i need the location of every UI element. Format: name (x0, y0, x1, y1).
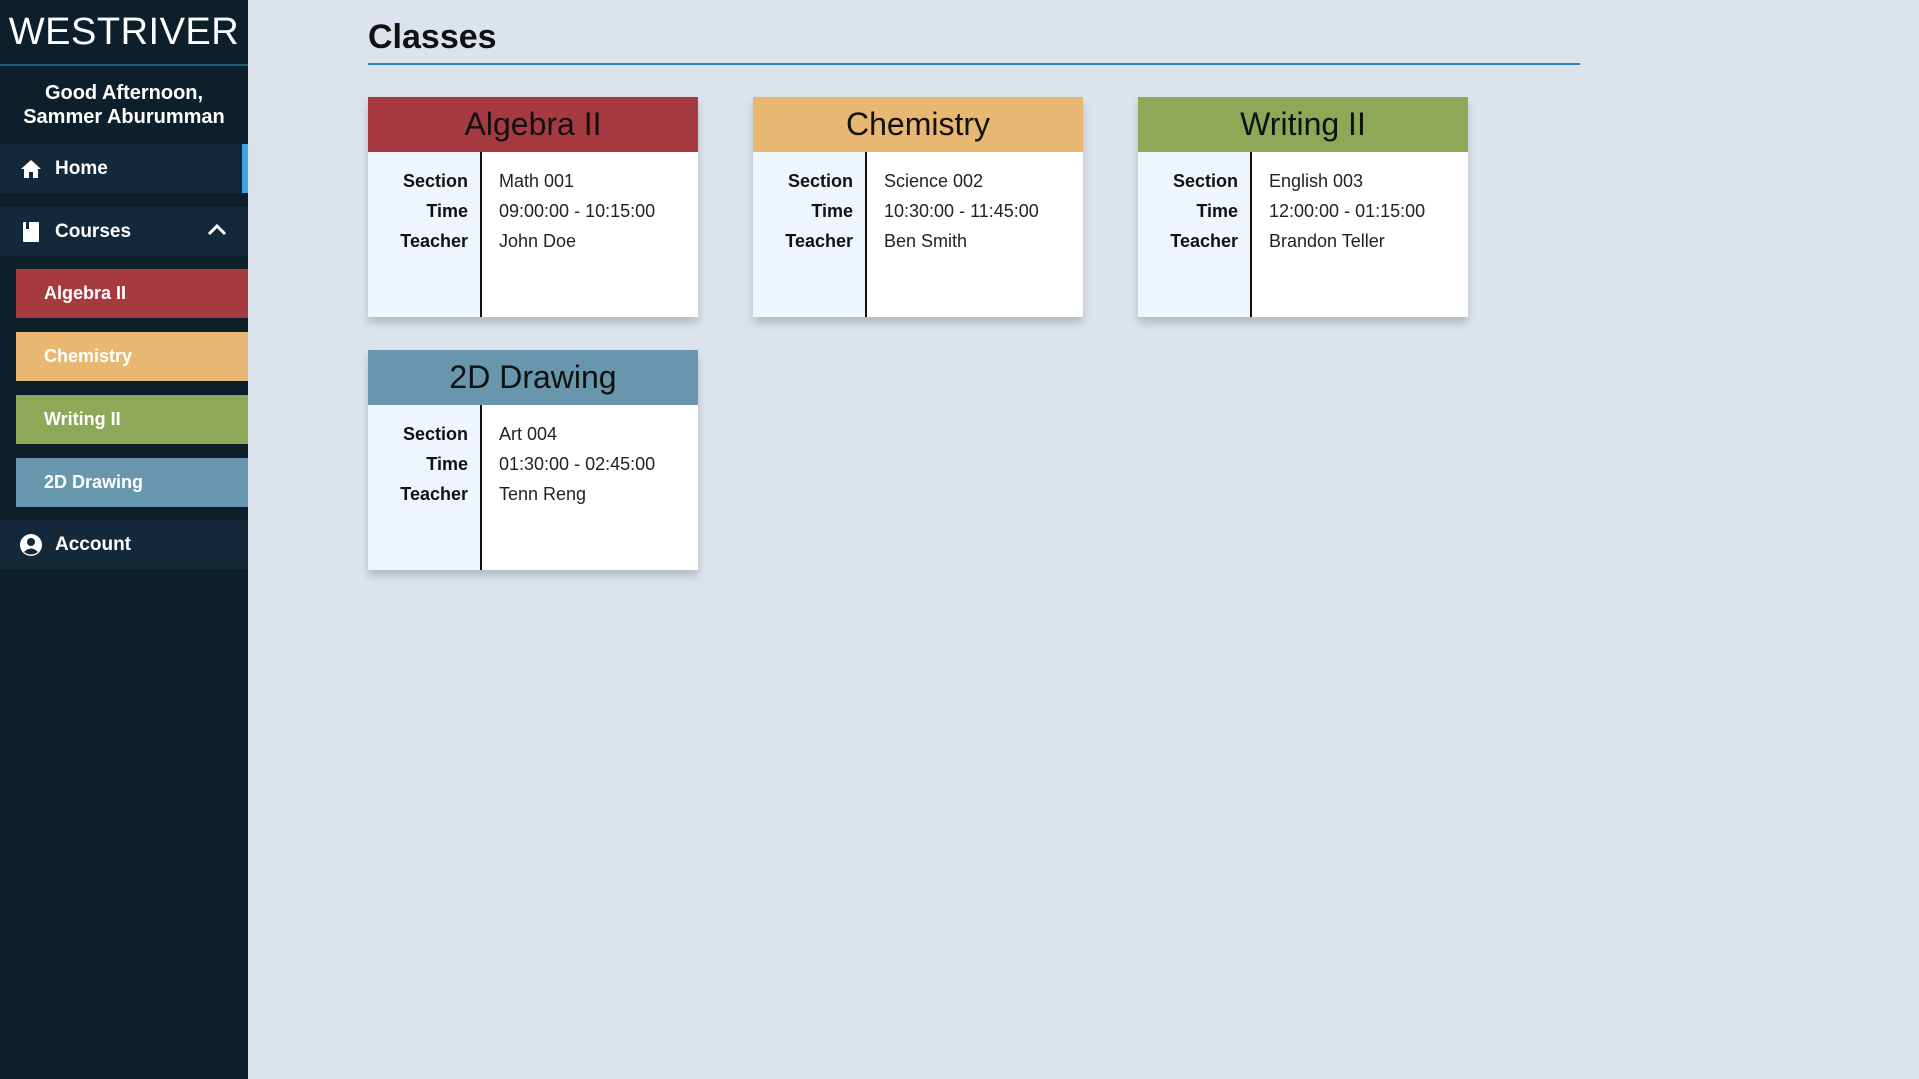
class-card-values: Art 004 01:30:00 - 02:45:00 Tenn Reng (482, 405, 698, 570)
class-card-labels: Section Time Teacher (1138, 152, 1252, 317)
nav-courses[interactable]: Courses (0, 207, 248, 256)
section-label: Section (402, 424, 468, 444)
course-menu-item[interactable]: Chemistry (16, 332, 248, 381)
time-label: Time (1196, 201, 1238, 221)
section-label: Section (1172, 171, 1238, 191)
time-value: 10:30:00 - 11:45:00 (884, 201, 1039, 221)
class-grid: Algebra II Section Time Teacher Math 001 09:0… (368, 97, 1580, 597)
time-value: 09:00:00 - 10:15:00 (499, 201, 656, 221)
time-value: 12:00:00 - 01:15:00 (1269, 201, 1426, 221)
sidebar: WESTRIVER Good Afternoon, Sammer Aburumm… (0, 0, 248, 1079)
nav-courses-label: Courses (55, 220, 132, 242)
class-card-body: Section Time Teacher Math 001 09:00:00 - 10:… (368, 152, 698, 317)
brand-logo[interactable]: WESTRIVER (0, 0, 248, 66)
class-card[interactable]: Algebra II Section Time Teacher Math 001 09:0… (368, 97, 698, 317)
class-card-title: Algebra II (368, 97, 698, 152)
page-title: Classes (368, 18, 1580, 65)
nav-home[interactable]: Home (0, 144, 248, 193)
section-label: Section (402, 171, 468, 191)
course-menu-item[interactable]: 2D Drawing (16, 458, 248, 507)
user-name: Sammer Aburumman (23, 106, 225, 128)
class-card-title: Chemistry (753, 97, 1083, 152)
book-icon (19, 220, 43, 244)
class-card-body: Section Time Teacher Art 004 01:30:00 - 02:4… (368, 405, 698, 570)
nav-home-label: Home (55, 157, 108, 179)
section-value: English 003 (1269, 171, 1364, 191)
section-value: Art 004 (499, 424, 558, 444)
home-icon (19, 157, 43, 181)
account-circle-icon (19, 533, 43, 557)
time-label: Time (426, 201, 468, 221)
active-indicator (242, 144, 248, 193)
class-card[interactable]: Writing II Section Time Teacher English 003 1… (1138, 97, 1468, 317)
class-card-title: Writing II (1138, 97, 1468, 152)
section-value: Math 001 (499, 171, 575, 191)
teacher-value: John Doe (499, 231, 577, 251)
course-menu-item[interactable]: Algebra II (16, 269, 248, 318)
section-label: Section (787, 171, 853, 191)
greeting-line: Good Afternoon, (44, 82, 204, 104)
class-card-labels: Section Time Teacher (753, 152, 867, 317)
time-label: Time (426, 454, 468, 474)
class-card-labels: Section Time Teacher (368, 152, 482, 317)
teacher-value: Ben Smith (884, 231, 968, 251)
class-card-title: 2D Drawing (368, 350, 698, 405)
teacher-value: Brandon Teller (1269, 231, 1385, 251)
class-card-body: Section Time Teacher Science 002 10:30:00 - … (753, 152, 1083, 317)
teacher-label: Teacher (1170, 231, 1238, 251)
class-card[interactable]: Chemistry Section Time Teacher Science 002 10… (753, 97, 1083, 317)
class-card-values: English 003 12:00:00 - 01:15:00 Brandon Te… (1252, 152, 1468, 317)
nav-account-label: Account (55, 533, 131, 555)
teacher-label: Teacher (400, 231, 468, 251)
nav-account[interactable]: Account (0, 520, 248, 569)
section-value: Science 002 (884, 171, 984, 191)
teacher-label: Teacher (400, 484, 468, 504)
class-card-values: Math 001 09:00:00 - 10:15:00 John Doe (482, 152, 698, 317)
time-label: Time (811, 201, 853, 221)
class-card-labels: Section Time Teacher (368, 405, 482, 570)
greeting: Good Afternoon, Sammer Aburumman (0, 66, 248, 144)
chevron-up-icon[interactable] (206, 219, 228, 247)
class-card-body: Section Time Teacher English 003 12:00:00 - … (1138, 152, 1468, 317)
course-submenu: Algebra II Chemistry Writing II 2D Drawing (0, 256, 248, 507)
class-card[interactable]: 2D Drawing Section Time Teacher Art 004 01:30… (368, 350, 698, 570)
teacher-label: Teacher (785, 231, 853, 251)
course-menu-item[interactable]: Writing II (16, 395, 248, 444)
class-card-values: Science 002 10:30:00 - 11:45:00 Ben Smith (867, 152, 1083, 317)
time-value: 01:30:00 - 02:45:00 (499, 454, 656, 474)
main-content: Classes Algebra II Section Time Teacher Math… (368, 0, 1580, 597)
teacher-value: Tenn Reng (499, 484, 587, 504)
